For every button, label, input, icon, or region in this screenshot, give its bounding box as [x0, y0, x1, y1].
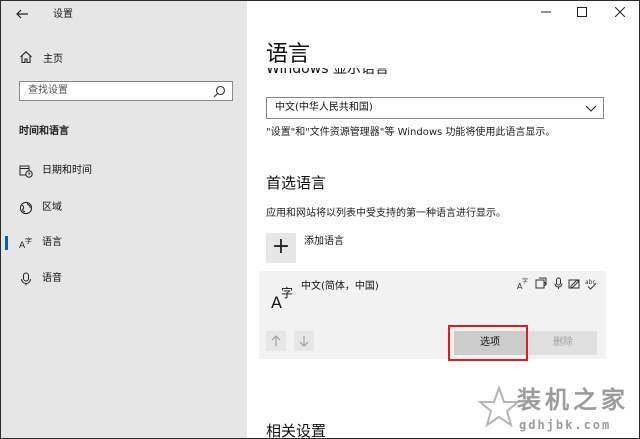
- close-icon: [614, 6, 626, 18]
- microphone-icon: [21, 272, 31, 286]
- highlight-box: [448, 325, 528, 361]
- close-button[interactable]: [610, 5, 630, 21]
- sidebar-item-label: 日期和时间: [42, 165, 92, 176]
- arrow-down-icon: [299, 336, 309, 347]
- preferred-languages-description: 应用和网站将以列表中受支持的第一种语言进行显示。: [266, 208, 506, 219]
- calendar-clock-icon: [19, 165, 33, 178]
- language-glyph-icon: A 字: [271, 285, 293, 310]
- dropdown-value: 中文(中华人民共和国): [275, 102, 373, 113]
- remove-button[interactable]: 删除: [529, 331, 597, 355]
- watermark: 装机之家 gdhjbk.com: [477, 385, 639, 438]
- star-logo-icon: [477, 385, 521, 428]
- home-label: 主页: [43, 53, 63, 65]
- plus-icon: +: [266, 233, 296, 263]
- language-icon: A字: [19, 236, 32, 250]
- sidebar-item-region[interactable]: 区域: [1, 198, 247, 218]
- maximize-icon: [577, 7, 587, 17]
- display-language-dropdown[interactable]: 中文(中华人民共和国): [266, 97, 604, 119]
- sidebar-item-language[interactable]: A字 语言: [1, 233, 247, 253]
- language-name: 中文(简体，中国): [301, 281, 379, 292]
- sidebar-item-date-time[interactable]: 日期和时间: [1, 161, 247, 181]
- settings-window: 设置 主页 查找设置 时间和语言 日期和时间 区域 A字 语言 语音 语言 Wi…: [0, 0, 640, 439]
- sidebar-item-label: 区域: [42, 202, 62, 213]
- main-content: 语言 Windows 显示语言 中文(中华人民共和国) "设置"和"文件资源管理…: [247, 1, 639, 438]
- home-icon: [20, 51, 32, 64]
- chevron-down-icon: [585, 105, 597, 112]
- svg-text:字: 字: [522, 277, 528, 285]
- text-to-speech-icon: [535, 277, 547, 289]
- speech-recognition-icon: [554, 277, 563, 289]
- maximize-button[interactable]: [572, 5, 592, 21]
- back-arrow-icon: [16, 9, 28, 19]
- spell-check-icon: abc: [585, 279, 597, 290]
- move-up-button[interactable]: [266, 331, 286, 351]
- related-settings-heading: 相关设置: [266, 422, 327, 439]
- sidebar-section-heading: 时间和语言: [19, 126, 69, 137]
- home-nav-item[interactable]: 主页: [19, 49, 63, 65]
- svg-text:字: 字: [25, 236, 32, 245]
- page-title: 语言: [266, 42, 311, 67]
- display-language-description: "设置"和"文件资源管理器"等 Windows 功能将使用此语言显示。: [266, 127, 556, 138]
- selected-indicator: [5, 236, 8, 250]
- search-icon: [213, 85, 226, 98]
- search-input[interactable]: 查找设置: [19, 81, 233, 101]
- display-language-heading: Windows 显示语言: [266, 68, 389, 77]
- search-placeholder: 查找设置: [28, 85, 68, 96]
- watermark-url: gdhjbk.com: [519, 418, 612, 432]
- move-down-button[interactable]: [294, 331, 314, 351]
- preferred-languages-heading: 首选语言: [266, 174, 327, 192]
- app-title: 设置: [53, 9, 73, 20]
- add-language-label: 添加语言: [304, 236, 344, 247]
- sidebar-item-label: 语音: [42, 273, 62, 284]
- handwriting-icon: [568, 279, 580, 289]
- minimize-button[interactable]: [536, 5, 556, 21]
- svg-text:字: 字: [281, 285, 293, 300]
- sidebar-item-label: 语言: [42, 237, 62, 248]
- sidebar: 设置 主页 查找设置 时间和语言 日期和时间 区域 A字 语言 语音: [1, 1, 247, 438]
- language-list-item[interactable]: A 字 中文(简体，中国) A字 abc 选项 删除: [259, 271, 606, 359]
- watermark-text: 装机之家: [517, 385, 629, 414]
- sidebar-item-speech[interactable]: 语音: [1, 269, 247, 289]
- back-button[interactable]: [15, 7, 35, 23]
- globe-icon: [19, 201, 33, 215]
- arrow-up-icon: [271, 335, 281, 346]
- display-language-icon: A字: [517, 277, 528, 290]
- minimize-icon: [541, 11, 551, 13]
